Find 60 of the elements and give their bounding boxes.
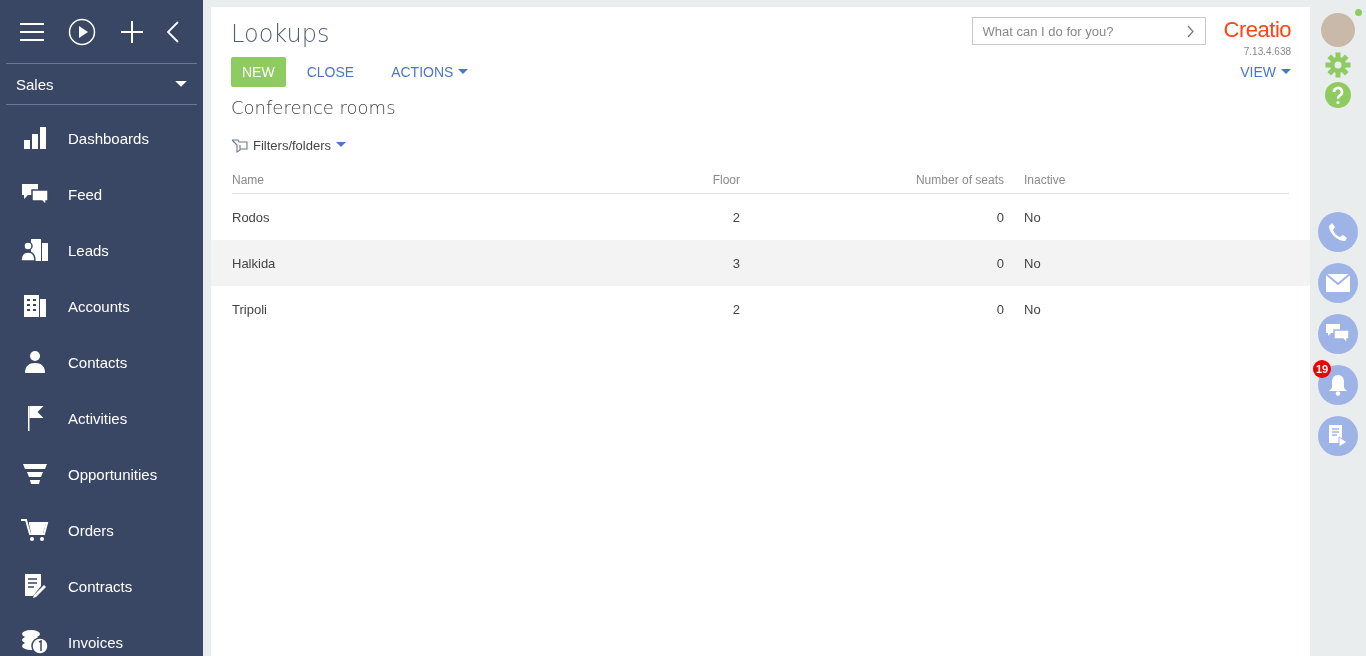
help-icon[interactable] [1325, 82, 1351, 108]
avatar[interactable] [1321, 13, 1355, 47]
table-cell-text: 3 [731, 255, 740, 271]
table-cell-text: No [1023, 209, 1042, 225]
play-icon[interactable] [68, 17, 97, 46]
caret-icon [458, 69, 469, 75]
column-header[interactable]: Name [232, 167, 620, 194]
mail-icon [1326, 274, 1350, 292]
online-status-icon [1355, 9, 1362, 16]
sidebar-item[interactable]: Feed [0, 166, 203, 222]
table-cell-text: Rodos [232, 209, 271, 225]
table-cell-text: No [1023, 301, 1042, 317]
column-header[interactable]: Floor [620, 167, 740, 194]
sidebar-item[interactable]: Contacts [0, 334, 203, 390]
phone-icon [1328, 222, 1348, 242]
column-header[interactable]: Number of seats [740, 167, 1004, 194]
page-title: Lookups [231, 20, 330, 50]
notification-badge: 19 [1313, 360, 1331, 378]
table-cell-text: 2 [731, 209, 740, 225]
document-play-button[interactable] [1318, 416, 1358, 456]
sidebar-item[interactable]: Contracts [0, 558, 203, 614]
sidebar-item[interactable]: Leads [0, 222, 203, 278]
mail-button[interactable] [1318, 263, 1358, 303]
workplace-dropdown[interactable]: Sales [6, 64, 197, 105]
caret-icon [336, 142, 347, 148]
table-cell-text: Tripoli [232, 301, 268, 317]
sidebar-item[interactable]: Orders [0, 502, 203, 558]
table-cell-text: Halkida [232, 255, 277, 271]
menu-icon[interactable] [20, 22, 44, 41]
collapse-icon[interactable] [167, 20, 179, 43]
chat-bubbles-button[interactable] [1318, 314, 1358, 354]
view-menu-button[interactable]: VIEW [1223, 57, 1291, 87]
filters-folders-button[interactable]: Filters/folders [231, 137, 347, 153]
sidebar-item[interactable]: Invoices [0, 614, 203, 656]
version-label: 7.13.4.638 [1243, 46, 1291, 57]
phone-button[interactable] [1318, 212, 1358, 252]
table-cell-text: 2 [731, 301, 740, 317]
section-title: Conference rooms [231, 97, 397, 118]
search-field[interactable]: What can I do for you? [971, 17, 1206, 45]
table-cell-text: 0 [995, 301, 1004, 317]
sidebar-item[interactable]: Activities [0, 390, 203, 446]
plus-icon[interactable] [120, 20, 143, 43]
table-cell-text: 0 [995, 255, 1004, 271]
actions-menu-button[interactable]: ACTIONS [374, 57, 485, 87]
chevron-right-icon[interactable] [1186, 25, 1194, 38]
table-cell-text: 0 [995, 209, 1004, 225]
settings-icon[interactable] [1325, 52, 1351, 78]
funnel-folder-icon [231, 137, 248, 153]
sidebar-item[interactable]: Opportunities [0, 446, 203, 502]
bell-button[interactable] [1318, 365, 1358, 405]
column-header[interactable]: Inactive [1004, 167, 1289, 194]
caret-icon [1281, 69, 1291, 75]
table-row[interactable]: Halkida 3 0 No [211, 240, 1310, 286]
sidebar-item[interactable]: Accounts [0, 278, 203, 334]
table-cell-text: No [1023, 255, 1042, 271]
caret-icon [175, 80, 187, 88]
bell-icon [1328, 374, 1348, 396]
sidebar-item[interactable]: Dashboards [0, 110, 203, 166]
document-play-icon [1328, 424, 1348, 448]
close-button[interactable]: CLOSE [289, 57, 371, 87]
